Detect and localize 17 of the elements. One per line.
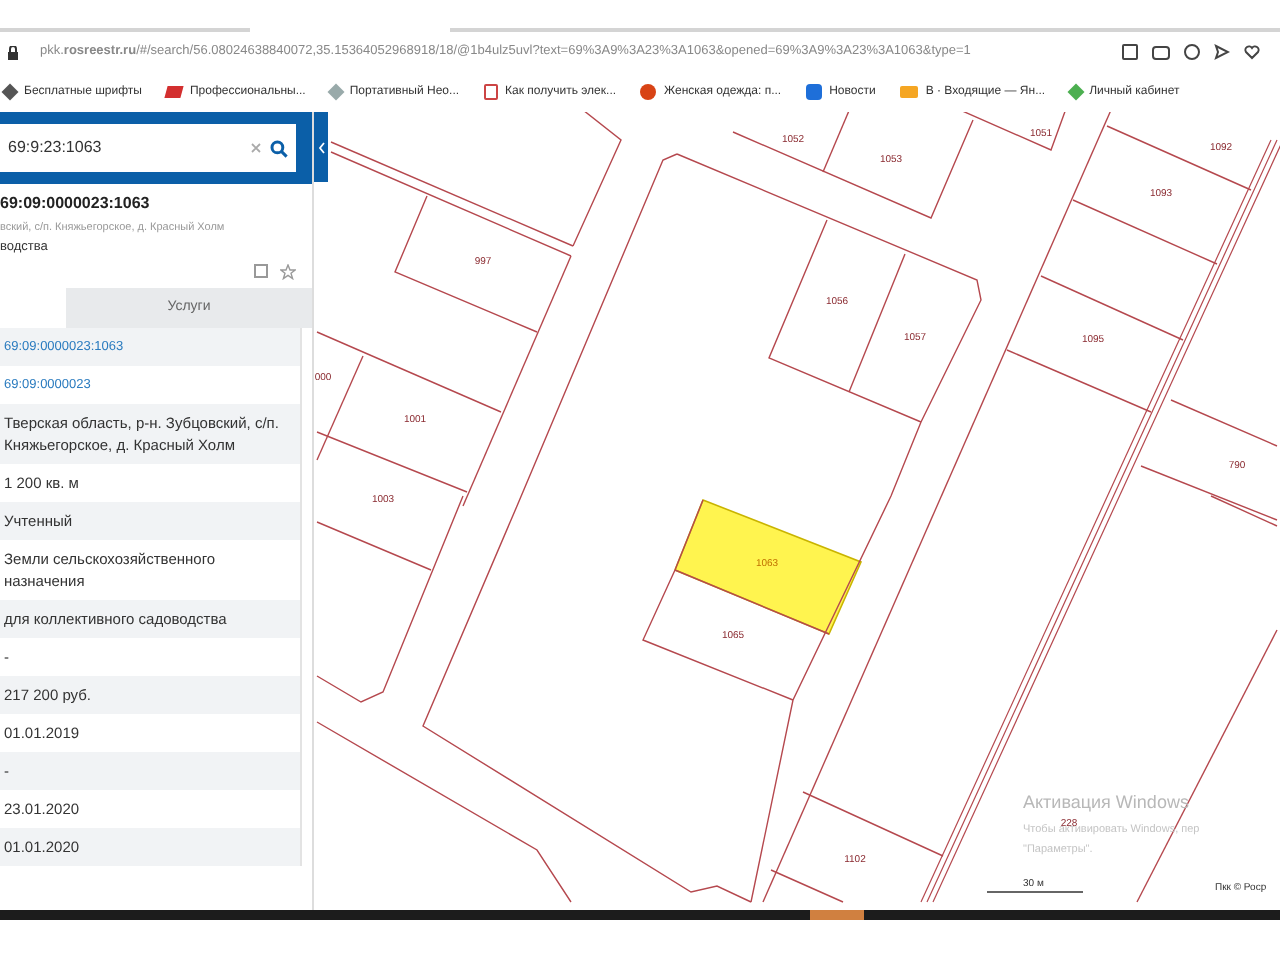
search-icon[interactable] xyxy=(270,139,288,157)
bookmark-icon xyxy=(1066,83,1084,101)
heart-icon[interactable] xyxy=(1244,44,1260,60)
star-icon[interactable] xyxy=(280,264,296,280)
highlighted-parcel[interactable] xyxy=(673,498,863,636)
search-field[interactable]: 69:9:23:1063 xyxy=(0,124,296,172)
chevron-left-icon xyxy=(317,141,325,153)
taskbar-indicator xyxy=(810,910,864,920)
page-icon xyxy=(483,84,498,100)
bookmark-icon xyxy=(327,83,345,101)
collapse-button[interactable] xyxy=(314,112,328,182)
scale-bar xyxy=(986,891,1084,893)
bookmark-icon xyxy=(1,83,19,101)
send-icon[interactable] xyxy=(1214,44,1230,60)
lock-icon xyxy=(8,45,18,59)
activation-title: Активация Windows xyxy=(1023,792,1189,812)
object-title: 69:09:0000023:1063 xyxy=(0,192,152,216)
